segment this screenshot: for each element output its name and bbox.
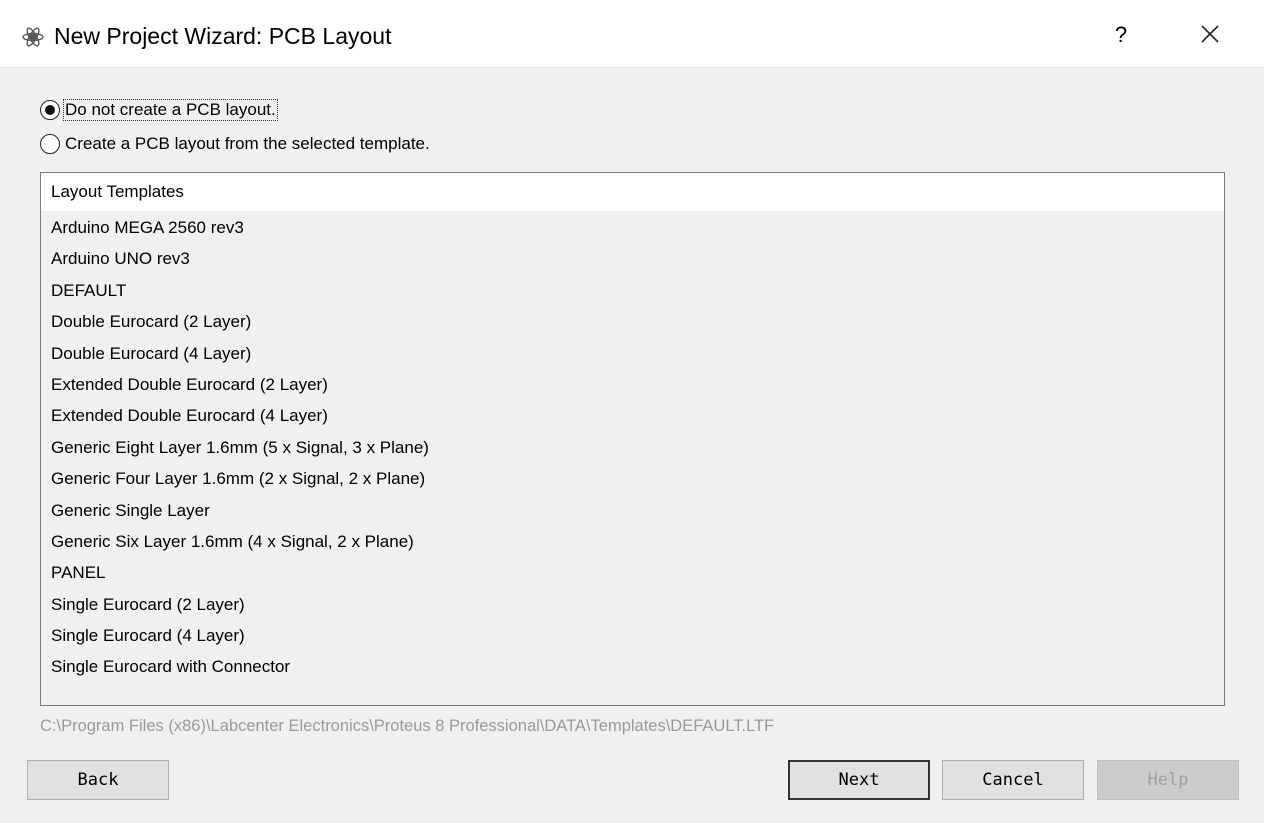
list-item[interactable]: Arduino MEGA 2560 rev3 [41, 212, 1224, 243]
list-item[interactable]: Generic Single Layer [41, 495, 1224, 526]
list-item[interactable]: Single Eurocard with Connector [41, 651, 1224, 682]
close-icon[interactable] [1188, 16, 1232, 54]
next-button[interactable]: Next [788, 760, 930, 800]
title-bar: New Project Wizard: PCB Layout ? [0, 0, 1264, 68]
list-item[interactable]: Generic Six Layer 1.6mm (4 x Signal, 2 x… [41, 526, 1224, 557]
help-button[interactable]: Help [1097, 760, 1239, 800]
list-item[interactable]: Double Eurocard (2 Layer) [41, 306, 1224, 337]
list-item[interactable]: Generic Four Layer 1.6mm (2 x Signal, 2 … [41, 463, 1224, 494]
radio-no-pcb[interactable]: Do not create a PCB layout. [40, 98, 278, 122]
back-button[interactable]: Back [27, 760, 169, 800]
radio-create-pcb[interactable]: Create a PCB layout from the selected te… [40, 132, 431, 156]
list-item[interactable]: DEFAULT [41, 275, 1224, 306]
radio-label-create-pcb: Create a PCB layout from the selected te… [65, 134, 430, 153]
list-header: Layout Templates [41, 173, 1224, 211]
list-item[interactable]: Arduino UNO rev3 [41, 243, 1224, 274]
list-item[interactable]: Extended Double Eurocard (4 Layer) [41, 400, 1224, 431]
list-item[interactable]: Double Eurocard (4 Layer) [41, 338, 1224, 369]
list-item[interactable]: Extended Double Eurocard (2 Layer) [41, 369, 1224, 400]
proteus-icon [22, 27, 44, 47]
list-item[interactable]: PANEL [41, 557, 1224, 588]
radio-label-no-pcb: Do not create a PCB layout. [63, 99, 278, 121]
layout-templates-list[interactable]: Layout Templates Arduino MEGA 2560 rev3 … [40, 172, 1225, 706]
list-item[interactable]: Single Eurocard (2 Layer) [41, 589, 1224, 620]
help-title-button[interactable]: ? [1106, 18, 1136, 52]
radio-button-create-pcb[interactable] [40, 134, 60, 154]
list-item[interactable]: Single Eurocard (4 Layer) [41, 620, 1224, 651]
cancel-button[interactable]: Cancel [942, 760, 1084, 800]
radio-button-no-pcb[interactable] [40, 100, 60, 120]
window-title: New Project Wizard: PCB Layout [54, 23, 392, 49]
template-path: C:\Program Files (x86)\Labcenter Electro… [40, 717, 775, 735]
list-item[interactable]: Generic Eight Layer 1.6mm (5 x Signal, 3… [41, 432, 1224, 463]
